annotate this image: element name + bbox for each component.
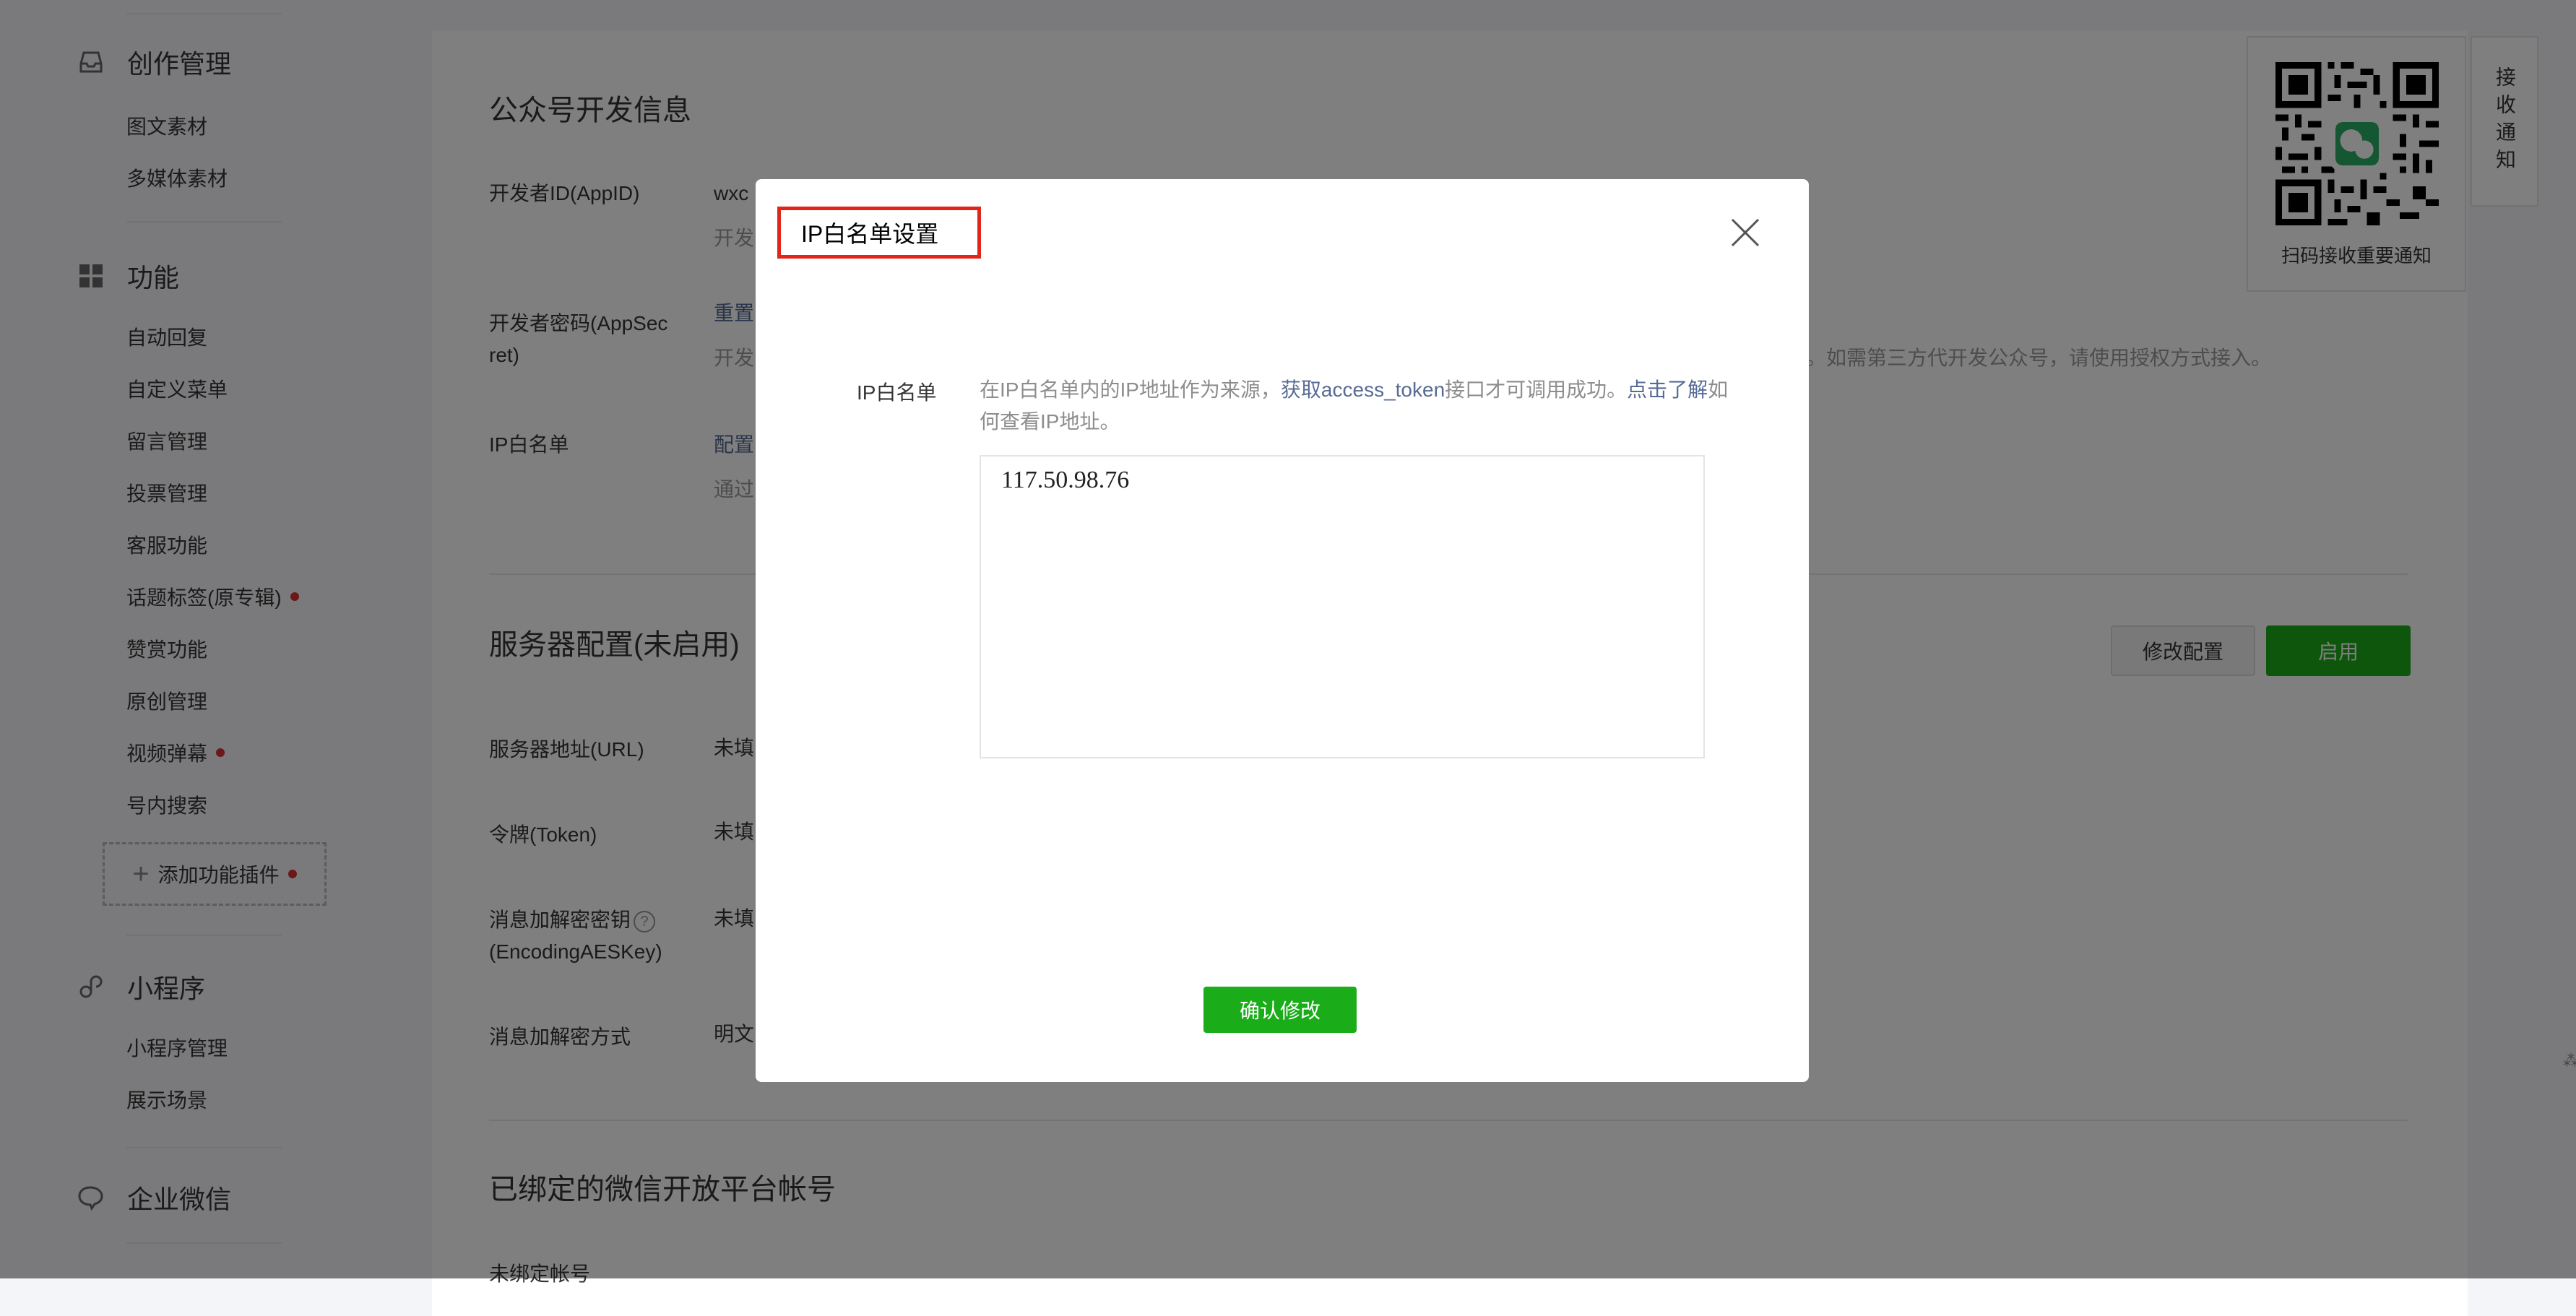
close-button[interactable] (1728, 215, 1763, 250)
dialog-title-highlight: IP白名单设置 (777, 207, 981, 259)
page: 创作管理 图文素材 多媒体素材 功能 自动回复 自定义菜单 留言管理 投票管理 … (0, 0, 2576, 1316)
ip-whitelist-field-label: IP白名单 (857, 381, 937, 404)
ip-whitelist-textarea[interactable]: 117.50.98.76 (980, 455, 1705, 758)
desc-text: 在IP白名单内的IP地址作为来源， (980, 378, 1281, 401)
ip-whitelist-description: 在IP白名单内的IP地址作为来源，获取access_token接口才可调用成功。… (980, 374, 1731, 438)
close-icon (1731, 218, 1760, 247)
ip-whitelist-dialog: IP白名单设置 IP白名单 在IP白名单内的IP地址作为来源，获取access_… (756, 179, 1809, 1082)
dialog-title: IP白名单设置 (801, 221, 939, 247)
access-token-link[interactable]: 获取access_token (1281, 378, 1445, 401)
confirm-modify-button[interactable]: 确认修改 (1203, 987, 1357, 1033)
learn-more-link[interactable]: 点击了解 (1627, 378, 1708, 401)
desc-text: 接口才可调用成功。 (1445, 378, 1628, 401)
